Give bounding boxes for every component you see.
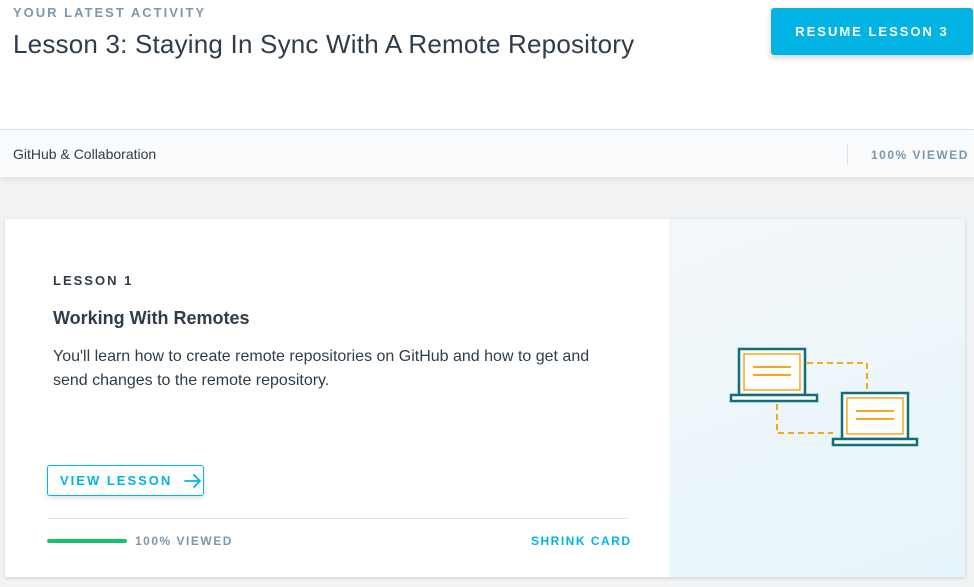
lesson-title: Working With Remotes bbox=[53, 308, 250, 328]
shrink-card-link[interactable]: SHRINK CARD bbox=[531, 534, 632, 548]
course-bar[interactable]: GitHub & Collaboration 100% VIEWED bbox=[0, 129, 974, 177]
resume-lesson-button[interactable]: RESUME LESSON 3 bbox=[771, 8, 973, 55]
page-title: Lesson 3: Staying In Sync With A Remote … bbox=[13, 29, 635, 59]
activity-header: YOUR LATEST ACTIVITY Lesson 3: Staying I… bbox=[0, 0, 974, 129]
lesson-card: LESSON 1 Working With Remotes You'll lea… bbox=[5, 219, 965, 577]
course-viewed-status: 100% VIEWED bbox=[871, 148, 969, 162]
divider bbox=[47, 518, 627, 519]
two-laptops-sync-icon bbox=[729, 347, 919, 447]
view-lesson-button[interactable]: VIEW LESSON bbox=[47, 465, 204, 496]
view-lesson-label: VIEW LESSON bbox=[60, 473, 173, 488]
lesson-illustration-panel bbox=[669, 219, 965, 577]
lesson-number: LESSON 1 bbox=[53, 273, 134, 288]
progress-bar bbox=[47, 539, 127, 543]
lesson-description: You'll learn how to create remote reposi… bbox=[53, 348, 590, 389]
arrow-right-icon bbox=[184, 473, 202, 488]
divider bbox=[847, 143, 848, 165]
progress-fill bbox=[47, 539, 127, 543]
course-name: GitHub & Collaboration bbox=[13, 146, 157, 162]
section-eyebrow: YOUR LATEST ACTIVITY bbox=[13, 5, 207, 20]
lesson-viewed-status: 100% VIEWED bbox=[135, 534, 233, 548]
